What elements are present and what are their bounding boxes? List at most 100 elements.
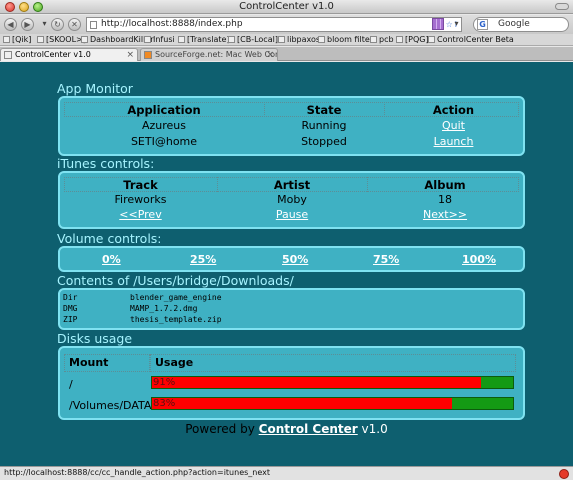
- bookmark-folder-icon: [3, 36, 10, 43]
- disk-usage-percent: 83%: [153, 398, 176, 409]
- table-header-row: Track Artist Album: [64, 178, 519, 193]
- address-bar[interactable]: http://localhost:8888/index.php ▾☆i: [86, 17, 462, 32]
- google-search-icon[interactable]: G: [477, 19, 488, 30]
- bookmark-item[interactable]: libpaxos: [278, 35, 320, 44]
- disk-usage-bar: 83%: [151, 397, 514, 410]
- volume-25-link[interactable]: 25%: [190, 253, 216, 266]
- stop-loading-icon[interactable]: [559, 469, 569, 479]
- page-icon: [4, 51, 12, 59]
- tab-controlcenter[interactable]: ControlCenter v1.0 ×: [0, 48, 138, 61]
- itunes-controls-title: iTunes controls:: [57, 156, 155, 171]
- bookmark-item[interactable]: DashboardKiller: [81, 35, 154, 44]
- page-icon: [90, 21, 97, 29]
- file-name[interactable]: MAMP_1.7.2.dmg: [130, 304, 197, 313]
- bookmark-item[interactable]: [Translate]: [178, 35, 230, 44]
- bookmark-icon: [318, 36, 325, 43]
- bookmark-icon: [370, 36, 377, 43]
- table-row: Azureus Running Quit: [64, 119, 519, 134]
- tab-sourceforge[interactable]: SourceForge.net: Mac Web Control Cen... …: [140, 48, 278, 61]
- file-type: ZIP: [63, 315, 78, 324]
- now-playing-row: Fireworks Moby 18: [64, 193, 519, 208]
- launch-link[interactable]: Launch: [434, 135, 474, 148]
- bookmark-icon: [428, 36, 435, 43]
- dropdown-icon[interactable]: ▾: [38, 18, 51, 31]
- track-name: Fireworks: [114, 193, 167, 206]
- forward-arrow-icon[interactable]: ▶: [21, 18, 34, 31]
- back-arrow-icon[interactable]: ◀: [4, 18, 17, 31]
- control-center-link[interactable]: Control Center: [259, 422, 358, 436]
- bookmark-item[interactable]: [CB-Local]: [228, 35, 278, 44]
- bookmark-icon: [178, 36, 185, 43]
- column-header-track: Track: [123, 178, 158, 192]
- column-header-state: State: [306, 103, 342, 117]
- bookmark-item[interactable]: bloom filter: [318, 35, 373, 44]
- bookmark-item[interactable]: [Qik]: [3, 35, 31, 44]
- column-header-usage: Usage: [155, 356, 194, 369]
- file-name[interactable]: thesis_template.zip: [130, 315, 222, 324]
- app-name: Azureus: [141, 119, 187, 132]
- bookmark-icon: [396, 36, 403, 43]
- disk-usage-fill: [152, 398, 452, 409]
- volume-controls-title: Volume controls:: [57, 231, 162, 246]
- column-header-artist: Artist: [273, 178, 311, 192]
- disk-usage-fill: [152, 377, 481, 388]
- extension-grid-icon[interactable]: [432, 18, 444, 30]
- bookmark-item[interactable]: [PQG]: [396, 35, 429, 44]
- sourceforge-icon: [144, 51, 152, 59]
- quit-link[interactable]: Quit: [442, 119, 465, 132]
- disks-usage-title: Disks usage: [57, 331, 133, 346]
- extension-dropdown-icon[interactable]: ▾: [450, 18, 463, 31]
- status-bar: http://localhost:8888/cc/cc_handle_actio…: [0, 466, 573, 480]
- search-box[interactable]: G Google: [473, 17, 569, 32]
- table-row: SETI@home Stopped Launch: [64, 135, 519, 150]
- bookmark-item[interactable]: [SKOOL>]: [37, 35, 86, 44]
- table-header-row: Application State Action: [64, 103, 519, 118]
- app-monitor-title: App Monitor: [57, 81, 133, 96]
- prev-track-link[interactable]: <<Prev: [119, 208, 161, 221]
- disk-mount: /: [69, 378, 73, 391]
- volume-50-link[interactable]: 50%: [282, 253, 308, 266]
- app-name: SETI@home: [130, 135, 198, 148]
- tab-close-icon[interactable]: ×: [266, 49, 274, 61]
- downloads-contents-title: Contents of /Users/bridge/Downloads/: [57, 273, 294, 288]
- album-name: 18: [438, 193, 452, 206]
- bookmark-item[interactable]: Infusi: [144, 35, 175, 44]
- footer-prefix: Powered by: [185, 422, 255, 436]
- disk-usage-bar: 91%: [151, 376, 514, 389]
- file-type: Dir: [63, 293, 78, 302]
- tab-close-icon[interactable]: ×: [126, 49, 134, 61]
- bookmark-folder-icon: [37, 36, 44, 43]
- downloads-contents-panel: Dir blender_game_engine DMG MAMP_1.7.2.d…: [58, 288, 525, 330]
- volume-100-link[interactable]: 100%: [462, 253, 496, 266]
- address-url: http://localhost:8888/index.php: [101, 19, 243, 29]
- column-header-album: Album: [424, 178, 466, 192]
- window-title: ControlCenter v1.0: [239, 1, 334, 12]
- itunes-controls-panel: Track Artist Album Fireworks Moby 18 <<P…: [58, 171, 525, 229]
- bookmark-icon: [278, 36, 285, 43]
- bookmark-icon: [144, 36, 151, 43]
- volume-75-link[interactable]: 75%: [373, 253, 399, 266]
- toolbar-toggle-icon[interactable]: [555, 3, 569, 10]
- volume-0-link[interactable]: 0%: [102, 253, 121, 266]
- app-monitor-panel: Application State Action Azureus Running…: [58, 96, 525, 156]
- bookmark-icon: [228, 36, 235, 43]
- app-state: Running: [301, 119, 347, 132]
- footer-version: v1.0: [361, 422, 388, 436]
- artist-name: Moby: [277, 193, 307, 206]
- navigation-toolbar: ◀ ▶ ▾ ↻ ✕ http://localhost:8888/index.ph…: [0, 15, 573, 34]
- stop-icon[interactable]: ✕: [68, 18, 81, 31]
- pause-link[interactable]: Pause: [276, 208, 308, 221]
- column-header-mount: Mount: [69, 356, 109, 369]
- page-content: App Monitor Application State Action Azu…: [0, 62, 573, 466]
- bookmark-item[interactable]: pcb: [370, 35, 394, 44]
- file-type: DMG: [63, 304, 78, 313]
- next-track-link[interactable]: Next>>: [423, 208, 467, 221]
- file-name[interactable]: blender_game_engine: [130, 293, 222, 302]
- reload-icon[interactable]: ↻: [51, 18, 64, 31]
- column-header-application: Application: [127, 103, 201, 117]
- app-state: Stopped: [301, 135, 347, 148]
- table-header-border: [150, 354, 516, 372]
- bookmark-item[interactable]: ControlCenter Beta: [428, 35, 514, 44]
- disk-mount: /Volumes/DATA: [69, 399, 152, 412]
- disk-usage-percent: 91%: [153, 377, 176, 388]
